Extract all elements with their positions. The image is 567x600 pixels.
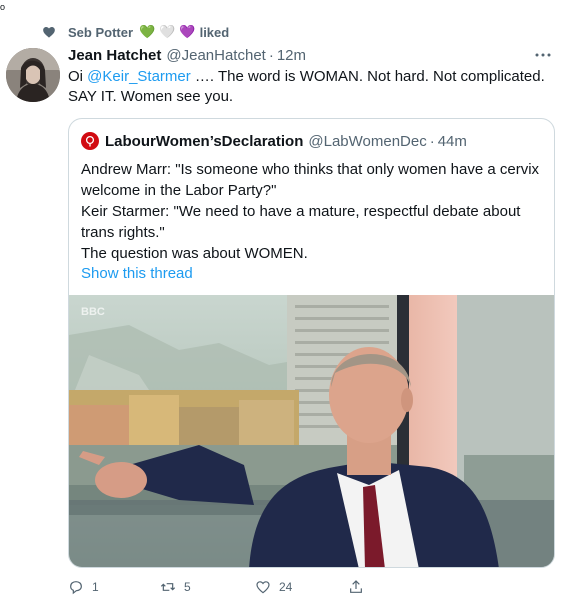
quoted-line: The question was about WOMEN. (81, 245, 308, 262)
social-context[interactable]: Seb Potter 💚 🤍 💜 liked (42, 22, 229, 42)
avatar[interactable] (6, 48, 60, 102)
emoji-green-heart: 💚 (139, 24, 156, 39)
share-icon (350, 580, 362, 593)
quoted-tweet-card[interactable]: LabourWomen’sDeclaration @LabWomenDec · … (68, 118, 555, 568)
tweet-text: Oi @Keir_Starmer …. The word is WOMAN. N… (68, 67, 554, 107)
quoted-separator: · (429, 132, 435, 150)
like-button[interactable]: 24 (255, 576, 292, 598)
separator-dot: · (268, 46, 274, 64)
tweet-text-prefix: Oi (68, 68, 88, 85)
reply-count: 1 (92, 580, 99, 594)
bbc-watermark: BBC (81, 306, 105, 318)
more-icon[interactable] (533, 45, 553, 65)
share-button[interactable] (348, 576, 372, 598)
reply-icon (70, 581, 82, 595)
avatar-photo (6, 48, 60, 102)
video-frame: BBC (69, 295, 554, 567)
like-count: 24 (279, 580, 293, 594)
display-name[interactable]: Jean Hatchet (68, 47, 161, 64)
liker-name[interactable]: Seb Potter (68, 25, 133, 40)
quoted-tweet-text: Andrew Marr: "Is someone who thinks that… (81, 159, 541, 264)
video-still[interactable]: BBC (69, 295, 554, 567)
reply-button[interactable]: 1 (68, 576, 99, 598)
retweet-icon (160, 583, 176, 591)
timestamp[interactable]: 12m (277, 47, 306, 64)
emoji-white-heart: 🤍 (159, 24, 176, 39)
liked-label: liked (199, 24, 230, 40)
quoted-line: Keir Starmer: "We need to have a mature,… (81, 203, 521, 241)
emoji-purple-heart: 💜 (179, 24, 196, 39)
quoted-tweet-header: LabourWomen’sDeclaration @LabWomenDec · … (81, 131, 467, 151)
tweet-header: Jean Hatchet @JeanHatchet · 12m (68, 45, 558, 65)
quoted-handle[interactable]: @LabWomenDec (308, 133, 426, 150)
quoted-display-name[interactable]: LabourWomen’sDeclaration (105, 133, 303, 150)
quoted-line: Andrew Marr: "Is someone who thinks that… (81, 161, 540, 199)
mention-link[interactable]: @Keir_Starmer (87, 68, 191, 85)
show-thread-link[interactable]: Show this thread (81, 265, 193, 282)
quoted-timestamp[interactable]: 44m (438, 133, 467, 150)
retweet-button[interactable]: 5 (160, 576, 191, 598)
retweet-count: 5 (184, 580, 191, 594)
labour-rose-icon (81, 132, 99, 150)
like-icon (256, 581, 270, 594)
user-handle[interactable]: @JeanHatchet (166, 47, 265, 64)
heart-icon (43, 26, 55, 38)
corner-mark: o (0, 2, 6, 12)
